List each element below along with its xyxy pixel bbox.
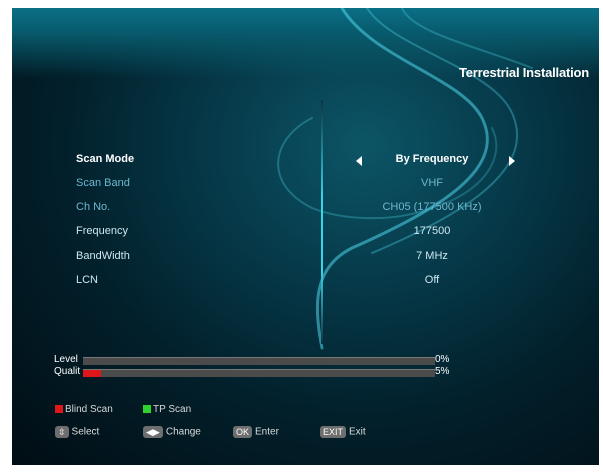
exit-key-icon: EXIT xyxy=(320,426,347,438)
blind-scan-label: Blind Scan xyxy=(65,404,113,415)
ok-key-icon: OK xyxy=(233,426,253,438)
setting-row-channel-number[interactable]: Ch No. CH05 (177500 KHz) xyxy=(12,198,599,218)
leftright-arrow-icon: ◀▶ xyxy=(143,426,163,438)
setting-label: LCN xyxy=(76,274,99,286)
setting-row-frequency[interactable]: Frequency 177500 xyxy=(12,222,599,242)
setting-value[interactable]: Off xyxy=(425,274,439,286)
updown-arrow-icon: ⇳ xyxy=(55,426,69,438)
signal-level-meter: Level 0% xyxy=(54,354,454,367)
setting-label: Scan Mode xyxy=(76,153,135,165)
signal-quality-label: Qualit xyxy=(54,366,81,377)
setting-row-bandwidth[interactable]: BandWidth 7 MHz xyxy=(12,247,599,267)
signal-quality-fill xyxy=(83,370,101,377)
setting-value[interactable]: By Frequency xyxy=(396,153,469,165)
exit-hint[interactable]: EXIT Exit xyxy=(320,426,366,438)
blind-scan-hint[interactable]: Blind Scan xyxy=(55,404,113,415)
signal-quality-meter: Qualit 5% xyxy=(54,366,454,379)
setting-value[interactable]: 7 MHz xyxy=(416,250,448,262)
change-label: Change xyxy=(165,426,201,438)
green-key-icon xyxy=(143,405,151,413)
select-hint[interactable]: ⇳ Select xyxy=(55,426,99,438)
signal-level-percent: 0% xyxy=(435,354,450,365)
exit-label: Exit xyxy=(349,426,366,438)
setting-value[interactable]: CH05 (177500 KHz) xyxy=(382,201,481,213)
enter-label: Enter xyxy=(255,426,279,438)
setting-label: BandWidth xyxy=(76,250,130,262)
tp-scan-hint[interactable]: TP Scan xyxy=(143,404,191,415)
setting-row-lcn[interactable]: LCN Off xyxy=(12,271,599,291)
setting-value[interactable]: 177500 xyxy=(414,225,451,237)
signal-level-track xyxy=(83,357,435,365)
arrow-left-icon[interactable] xyxy=(356,156,362,166)
change-hint[interactable]: ◀▶ Change xyxy=(143,426,201,438)
setting-label: Ch No. xyxy=(76,201,111,213)
setting-row-scan-band[interactable]: Scan Band VHF xyxy=(12,174,599,194)
enter-hint[interactable]: OK Enter xyxy=(233,426,279,438)
signal-level-label: Level xyxy=(54,354,78,365)
signal-quality-track xyxy=(83,369,435,377)
red-key-icon xyxy=(55,405,63,413)
setting-label: Scan Band xyxy=(76,177,130,189)
tp-scan-label: TP Scan xyxy=(153,404,192,415)
setting-label: Frequency xyxy=(76,225,128,237)
select-label: Select xyxy=(71,426,100,438)
setting-value[interactable]: VHF xyxy=(421,177,443,189)
setting-row-scan-mode[interactable]: Scan Mode By Frequency xyxy=(12,150,599,170)
page-title: Terrestrial Installation xyxy=(458,65,589,80)
tv-screen: Terrestrial Installation Scan Mode By Fr… xyxy=(12,8,599,465)
signal-quality-percent: 5% xyxy=(435,366,450,377)
arrow-right-icon[interactable] xyxy=(509,156,515,166)
